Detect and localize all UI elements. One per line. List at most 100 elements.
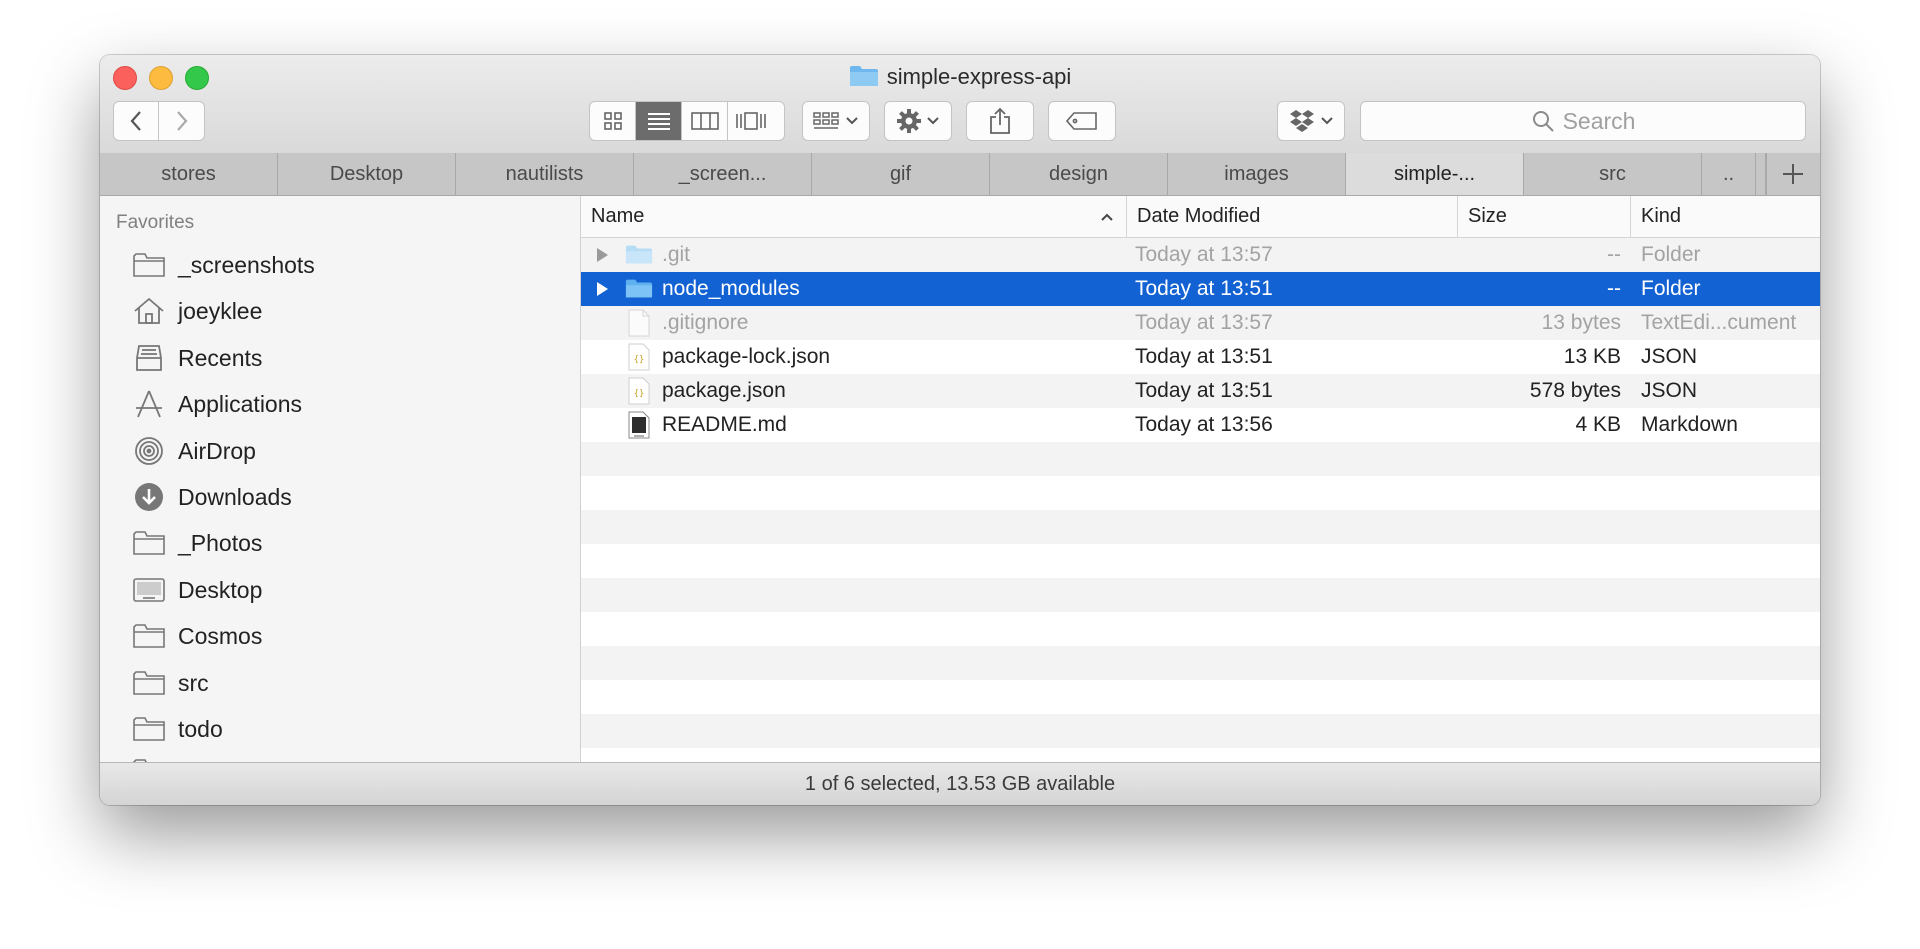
sidebar: Favorites _screenshots joeyklee Recents … [100,196,581,762]
file-row[interactable]: {} package.json Today at 13:51 578 bytes… [581,374,1820,408]
icon-view-button[interactable] [590,102,636,140]
sidebar-item-joeyklee[interactable]: joeyklee [132,291,262,331]
cover-flow-icon [736,112,766,130]
sidebar-item-desktop[interactable]: Desktop [132,570,262,610]
file-kind: JSON [1641,345,1698,368]
chevron-down-icon [927,117,939,125]
sidebar-heading-favorites: Favorites [116,212,195,233]
tag-icon [1066,112,1097,130]
status-text: 1 of 6 selected, 13.53 GB available [804,773,1116,795]
share-button[interactable] [966,101,1034,141]
file-date: Today at 13:51 [1135,379,1273,402]
column-header-size[interactable]: Size [1458,196,1630,237]
file-size: 578 bytes [1529,379,1621,402]
finder-window: simple-express-api Search stores Desktop… [100,55,1820,805]
sidebar-item-cosmos[interactable]: Cosmos [132,616,262,656]
disclosure-triangle-icon[interactable] [595,238,611,272]
markdown-file-icon [625,408,653,442]
sidebar-item-label: Downloads [178,483,292,510]
file-size: 13 KB [1563,345,1621,368]
sidebar-item-partial[interactable] [132,751,178,762]
sidebar-item-label: _screenshots [178,251,315,278]
file-rows: .git Today at 13:57 -- Folder node_modul… [581,238,1820,748]
tab-images[interactable]: images [1168,153,1346,195]
action-menu-button[interactable] [884,101,952,141]
svg-text:{}: {} [634,355,645,365]
column-header-date-modified[interactable]: Date Modified [1127,196,1457,237]
status-bar: 1 of 6 selected, 13.53 GB available [100,762,1820,805]
folder-icon [133,624,165,648]
tags-button[interactable] [1048,101,1116,141]
cover-flow-view-button[interactable] [728,102,774,140]
empty-row [581,442,1820,476]
navigation-buttons [113,101,205,141]
file-row[interactable]: .gitignore Today at 13:57 13 bytes TextE… [581,306,1820,340]
file-list: Name Date Modified Size Kind .git Today … [581,196,1820,762]
file-row[interactable]: .git Today at 13:57 -- Folder [581,238,1820,272]
dropbox-button[interactable] [1277,101,1345,141]
tab-gif[interactable]: gif [812,153,990,195]
tab-src[interactable]: src [1524,153,1702,195]
empty-row [581,476,1820,510]
tab-design[interactable]: design [990,153,1168,195]
empty-row [581,714,1820,748]
sidebar-item-label: AirDrop [178,437,256,464]
sidebar-item-recents[interactable]: Recents [132,338,262,378]
disclosure-triangle-icon[interactable] [595,272,611,306]
file-date: Today at 13:56 [1135,413,1273,436]
forward-button[interactable] [159,102,204,140]
tab-overflow[interactable]: .. [1702,153,1756,195]
file-name: README.md [662,413,787,436]
folder-icon [849,66,878,86]
group-icon [813,112,839,129]
list-view-button[interactable] [636,102,682,140]
document-icon [625,306,653,340]
tab-stores[interactable]: stores [100,153,278,195]
tab-simple-express-api[interactable]: simple-... [1346,153,1524,195]
search-icon [1532,111,1554,132]
window-title: simple-express-api [100,63,1820,91]
sidebar-item-applications[interactable]: Applications [132,384,302,424]
title-bar: simple-express-api Search [100,55,1820,154]
file-kind: Folder [1641,277,1701,300]
gear-icon [897,109,921,133]
file-row[interactable]: {} package-lock.json Today at 13:51 13 K… [581,340,1820,374]
chevron-down-icon [1321,117,1333,125]
sidebar-item-airdrop[interactable]: AirDrop [132,431,256,471]
column-header-kind[interactable]: Kind [1631,196,1820,237]
sidebar-item-photos[interactable]: _Photos [132,523,262,563]
file-kind: JSON [1641,379,1698,402]
folder-icon [133,253,165,277]
tab-nautilists[interactable]: nautilists [456,153,634,195]
column-header-name[interactable]: Name [581,196,1126,237]
file-row-selected[interactable]: node_modules Today at 13:51 -- Folder [581,272,1820,306]
file-name: .git [662,243,691,266]
sidebar-item-screenshots[interactable]: _screenshots [132,245,315,285]
group-by-button[interactable] [802,101,870,141]
sidebar-item-src[interactable]: src [132,663,209,703]
file-row[interactable]: README.md Today at 13:56 4 KB Markdown [581,408,1820,442]
file-date: Today at 13:57 [1135,311,1273,334]
file-name: package-lock.json [662,345,831,368]
search-field[interactable]: Search [1360,101,1806,141]
empty-row [581,578,1820,612]
svg-text:{}: {} [634,389,645,399]
empty-row [581,544,1820,578]
new-tab-button[interactable] [1766,153,1818,195]
sort-ascending-icon [1101,213,1113,221]
sidebar-item-todo[interactable]: todo [132,709,223,749]
tab-screenshots[interactable]: _screen... [634,153,812,195]
dropbox-icon [1290,110,1314,132]
downloads-icon [135,483,163,511]
json-file-icon: {} [625,374,653,408]
file-date: Today at 13:57 [1135,243,1273,266]
chevron-left-icon [130,111,141,131]
sidebar-item-downloads[interactable]: Downloads [132,477,292,517]
sidebar-item-label: Desktop [178,576,263,603]
file-date: Today at 13:51 [1135,277,1273,300]
back-button[interactable] [114,102,160,140]
desktop-icon [133,578,165,602]
sidebar-item-label: src [178,669,209,696]
tab-desktop[interactable]: Desktop [278,153,456,195]
column-view-button[interactable] [682,102,728,140]
